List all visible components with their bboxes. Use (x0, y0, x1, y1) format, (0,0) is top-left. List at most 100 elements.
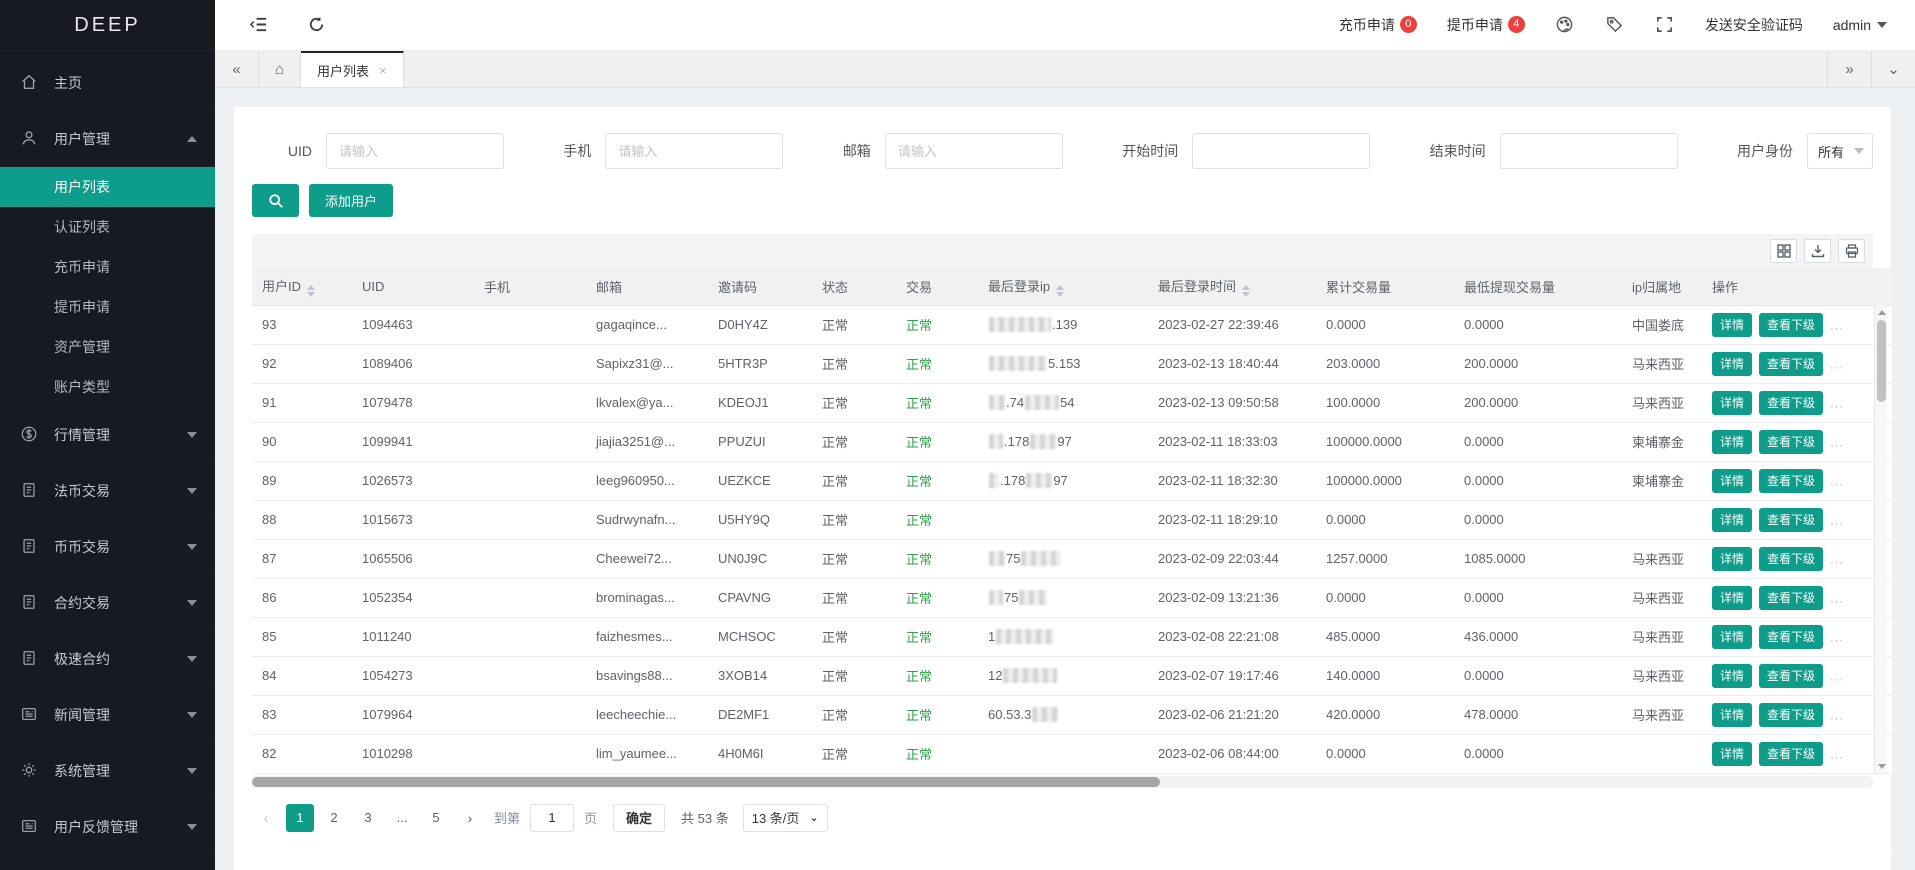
user-menu[interactable]: admin (1833, 17, 1887, 33)
detail-button[interactable]: 详情 (1712, 663, 1753, 688)
more-actions-button[interactable]: ... (1830, 434, 1844, 449)
sidebar-subitem-认证列表[interactable]: 认证列表 (0, 207, 215, 247)
sidebar-item-5[interactable]: 合约交易 (0, 575, 215, 631)
detail-button[interactable]: 详情 (1712, 546, 1753, 571)
tabs-scroll-left-button[interactable]: « (215, 51, 259, 87)
phone-filter-input[interactable] (605, 133, 784, 169)
view-subordinates-button[interactable]: 查看下级 (1759, 741, 1824, 766)
view-subordinates-button[interactable]: 查看下级 (1759, 429, 1824, 454)
more-actions-button[interactable]: ... (1830, 590, 1844, 605)
sort-icon[interactable] (307, 284, 316, 297)
export-button[interactable] (1804, 239, 1831, 263)
sidebar-item-2[interactable]: 行情管理 (0, 407, 215, 463)
sidebar-subitem-用户列表[interactable]: 用户列表 (0, 167, 215, 207)
horizontal-scroll-thumb[interactable] (252, 776, 1160, 787)
view-subordinates-button[interactable]: 查看下级 (1759, 312, 1824, 337)
page-button-1[interactable]: 1 (286, 803, 314, 832)
detail-button[interactable]: 详情 (1712, 507, 1753, 532)
view-subordinates-button[interactable]: 查看下级 (1759, 507, 1824, 532)
sidebar-subitem-充币申请[interactable]: 充币申请 (0, 247, 215, 287)
more-actions-button[interactable]: ... (1830, 395, 1844, 410)
print-button[interactable] (1838, 239, 1865, 263)
sidebar-item-4[interactable]: 币币交易 (0, 519, 215, 575)
view-subordinates-button[interactable]: 查看下级 (1759, 585, 1824, 610)
page-button-3[interactable]: 3 (354, 804, 382, 832)
tag-icon[interactable] (1605, 15, 1625, 35)
sidebar-subitem-资产管理[interactable]: 资产管理 (0, 327, 215, 367)
detail-button[interactable]: 详情 (1712, 741, 1753, 766)
detail-button[interactable]: 详情 (1712, 702, 1753, 727)
page-button-2[interactable]: 2 (320, 804, 348, 832)
refresh-icon[interactable] (307, 15, 327, 35)
tab-user-list[interactable]: 用户列表 × (301, 51, 404, 87)
sidebar-item-9[interactable]: 用户反馈管理 (0, 799, 215, 855)
detail-button[interactable]: 详情 (1712, 624, 1753, 649)
end-time-input[interactable] (1499, 133, 1678, 169)
tabs-menu-button[interactable]: ⌄ (1871, 51, 1915, 87)
withdraw-requests-link[interactable]: 提币申请 4 (1447, 15, 1525, 35)
collapse-sidebar-icon[interactable] (249, 15, 269, 35)
send-security-code-button[interactable]: 发送安全验证码 (1705, 15, 1803, 35)
scroll-down-arrow-icon[interactable] (1875, 759, 1888, 773)
sidebar-item-3[interactable]: 法币交易 (0, 463, 215, 519)
sort-icon[interactable] (1242, 284, 1251, 297)
column-header-0[interactable]: 用户ID (252, 268, 352, 306)
sidebar-item-7[interactable]: 新闻管理 (0, 687, 215, 743)
home-tab[interactable]: ⌂ (259, 51, 301, 87)
horizontal-scrollbar[interactable] (252, 775, 1873, 788)
view-subordinates-button[interactable]: 查看下级 (1759, 663, 1824, 688)
sidebar-item-0[interactable]: 主页 (0, 55, 215, 111)
more-actions-button[interactable]: ... (1830, 356, 1844, 371)
start-time-input[interactable] (1192, 133, 1371, 169)
column-settings-button[interactable] (1770, 239, 1797, 263)
detail-button[interactable]: 详情 (1712, 585, 1753, 610)
add-user-button[interactable]: 添加用户 (309, 184, 394, 217)
detail-button[interactable]: 详情 (1712, 312, 1753, 337)
theme-palette-icon[interactable] (1555, 15, 1575, 35)
detail-button[interactable]: 详情 (1712, 468, 1753, 493)
tabs-scroll-right-button[interactable]: » (1827, 51, 1871, 87)
next-page-button[interactable]: › (456, 804, 484, 832)
vertical-scrollbar[interactable] (1874, 305, 1887, 773)
sidebar-subitem-账户类型[interactable]: 账户类型 (0, 367, 215, 407)
close-icon[interactable]: × (379, 63, 387, 78)
page-size-select[interactable]: 13 条/页 ⌄ (742, 803, 828, 832)
sidebar-subitem-提币申请[interactable]: 提币申请 (0, 287, 215, 327)
view-subordinates-button[interactable]: 查看下级 (1759, 546, 1824, 571)
more-actions-button[interactable]: ... (1830, 551, 1844, 566)
sort-icon[interactable] (1056, 284, 1065, 297)
scroll-up-arrow-icon[interactable] (1875, 305, 1888, 319)
view-subordinates-button[interactable]: 查看下级 (1759, 624, 1824, 649)
confirm-page-button[interactable]: 确定 (613, 803, 666, 832)
view-subordinates-button[interactable]: 查看下级 (1759, 468, 1824, 493)
vertical-scroll-thumb[interactable] (1877, 320, 1886, 402)
view-subordinates-button[interactable]: 查看下级 (1759, 351, 1824, 376)
more-actions-button[interactable]: ... (1830, 707, 1844, 722)
more-actions-button[interactable]: ... (1830, 512, 1844, 527)
view-subordinates-button[interactable]: 查看下级 (1759, 702, 1824, 727)
more-actions-button[interactable]: ... (1830, 473, 1844, 488)
more-actions-button[interactable]: ... (1830, 668, 1844, 683)
prev-page-button[interactable]: ‹ (252, 804, 280, 832)
sidebar-item-6[interactable]: 极速合约 (0, 631, 215, 687)
goto-page-input[interactable] (530, 803, 575, 832)
view-subordinates-button[interactable]: 查看下级 (1759, 390, 1824, 415)
more-actions-button[interactable]: ... (1830, 746, 1844, 761)
deposit-requests-link[interactable]: 充币申请 0 (1339, 15, 1417, 35)
search-button[interactable] (252, 184, 299, 217)
sidebar-item-1[interactable]: 用户管理 (0, 111, 215, 167)
detail-button[interactable]: 详情 (1712, 351, 1753, 376)
more-actions-button[interactable]: ... (1830, 317, 1844, 332)
column-header-8[interactable]: 最后登录时间 (1148, 268, 1316, 306)
detail-button[interactable]: 详情 (1712, 390, 1753, 415)
more-actions-button[interactable]: ... (1830, 629, 1844, 644)
column-header-7[interactable]: 最后登录ip (978, 268, 1148, 306)
cell-9: 485.0000 (1316, 617, 1454, 657)
sidebar-item-8[interactable]: 系统管理 (0, 743, 215, 799)
email-filter-input[interactable] (884, 133, 1063, 169)
user-identity-select[interactable]: 所有 (1807, 133, 1874, 169)
uid-filter-input[interactable] (326, 133, 504, 169)
detail-button[interactable]: 详情 (1712, 429, 1753, 454)
fullscreen-icon[interactable] (1655, 15, 1675, 35)
page-button-5[interactable]: 5 (422, 804, 450, 832)
